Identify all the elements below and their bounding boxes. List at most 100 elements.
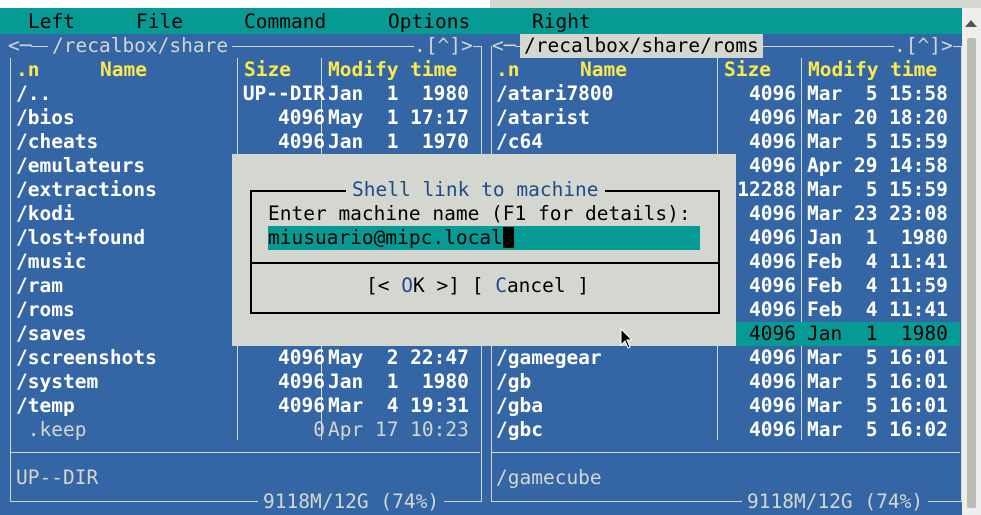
menu-file[interactable]: File [136,10,183,34]
file-name: /music [16,250,87,273]
file-row[interactable]: /screenshots 4096 May 2 22:47 [10,346,480,370]
machine-name-value: miusuario@mipc.local [268,226,503,249]
file-name: /ram [16,274,63,297]
file-name: /atari7800 [496,82,614,105]
file-row[interactable]: /atari7800 4096 Mar 5 15:58 [491,82,960,106]
right-panel-arrow[interactable]: <─ [492,34,516,58]
window-scrollbar[interactable] [962,8,981,515]
file-name: /lost+found [16,226,146,249]
file-size: 4096 [749,322,796,345]
file-date: Jan 1 1980 [807,226,948,249]
dialog-prompt: Enter machine name (F1 for details): [268,202,691,225]
file-name: /gamegear [496,346,602,369]
left-panel-arrow[interactable]: <─ [8,34,32,58]
ok-button-hotkey: O [401,274,413,297]
file-date: Jan 1 1980 [328,370,469,393]
file-size: 12288 [737,178,796,201]
right-panel-corner[interactable]: .[^]> [894,34,953,58]
right-free-space: 9118M/12G (74%) [742,490,929,514]
file-date: Apr 29 14:58 [807,154,948,177]
menu-right[interactable]: Right [532,10,591,34]
file-date: Mar 4 19:31 [328,394,469,417]
file-size: UP--DIR [242,82,325,105]
file-row[interactable]: /cheats 4096 Jan 1 1970 [10,130,480,154]
window-top-strip [0,0,981,8]
file-name: /gba [496,394,543,417]
file-date: Mar 20 18:20 [807,106,948,129]
file-date: Jan 1 1980 [807,322,948,345]
right-status-sep [491,452,960,453]
file-name: /emulateurs [16,154,146,177]
machine-name-input[interactable]: miusuario@mipc.local [268,226,700,250]
file-size: 4096 [749,370,796,393]
menu-bar: Left File Command Options Right [0,8,962,34]
file-date: Mar 23 23:08 [807,202,948,225]
file-date: Feb 4 11:41 [807,250,948,273]
file-row[interactable]: /temp 4096 Mar 4 19:31 [10,394,480,418]
file-size: 0 [313,418,325,441]
file-date: Feb 4 11:41 [807,298,948,321]
cancel-button[interactable]: [ Cancel ] [472,274,589,297]
menu-left[interactable]: Left [28,10,75,34]
file-date: May 2 22:47 [328,346,469,369]
file-size: 4096 [749,346,796,369]
file-row[interactable]: /gba 4096 Mar 5 16:01 [491,394,960,418]
file-row[interactable]: /bios 4096 May 1 17:17 [10,106,480,130]
file-size: 4096 [749,226,796,249]
file-row[interactable]: /atarist 4096 Mar 20 18:20 [491,106,960,130]
mouse-pointer-icon [620,328,634,349]
cancel-button-prefix: [ [471,274,496,297]
file-date: Mar 5 16:02 [807,418,948,441]
file-row[interactable]: /c64 4096 Mar 5 15:59 [491,130,960,154]
left-header-modify[interactable]: Modify time [328,58,457,82]
file-name: /extractions [16,178,157,201]
file-row[interactable]: /system 4096 Jan 1 1980 [10,370,480,394]
file-name: /roms [16,298,75,321]
right-panel-path[interactable]: /recalbox/share/roms [520,34,763,58]
ok-button[interactable]: [< OK >] [366,274,460,297]
file-name: /gb [496,370,532,393]
file-date: Mar 5 15:59 [807,178,948,201]
left-panel-corner[interactable]: .[^]> [414,34,473,58]
file-name: .keep [16,418,87,441]
left-status-text: UP--DIR [16,466,99,489]
scrollbar-thumb[interactable] [967,38,976,508]
cancel-button-rest: ancel ] [506,274,590,297]
cancel-button-hotkey: C [495,274,507,297]
left-panel-path[interactable]: /recalbox/share [48,34,233,58]
file-date: Mar 5 16:01 [807,394,948,417]
file-size: 4096 [278,106,325,129]
file-date: Mar 5 16:01 [807,370,948,393]
file-date: Mar 5 15:59 [807,130,948,153]
menu-options[interactable]: Options [388,10,470,34]
file-size: 4096 [749,298,796,321]
file-row[interactable]: .keep 0 Apr 17 10:23 [10,418,480,442]
file-row[interactable]: /gb 4096 Mar 5 16:01 [491,370,960,394]
file-size: 4096 [749,82,796,105]
left-header-n[interactable]: .n [16,58,39,82]
file-row[interactable]: /.. UP--DIR Jan 1 1980 [10,82,480,106]
right-header-name[interactable]: Name [580,58,627,82]
file-size: 4096 [749,394,796,417]
right-header-size[interactable]: Size [724,58,771,82]
file-size: 4096 [749,418,796,441]
file-size: 4096 [749,154,796,177]
text-cursor [502,227,514,248]
left-header-size[interactable]: Size [244,58,291,82]
menu-command[interactable]: Command [244,10,326,34]
file-date: Jan 1 1970 [328,130,469,153]
file-date: Jan 1 1980 [328,82,469,105]
file-size: 4096 [278,346,325,369]
file-size: 4096 [749,106,796,129]
ok-button-rest: K >] [412,274,460,297]
scroll-up-icon[interactable] [965,20,977,27]
file-row[interactable]: /gbc 4096 Mar 5 16:02 [491,418,960,442]
dialog-title: Shell link to machine [346,178,605,202]
left-header-name[interactable]: Name [100,58,147,82]
right-header-modify[interactable]: Modify time [808,58,937,82]
file-size: 4096 [278,394,325,417]
file-name: /.. [16,82,52,105]
file-name: /atarist [496,106,590,129]
file-row[interactable]: /gamegear 4096 Mar 5 16:01 [491,346,960,370]
right-header-n[interactable]: .n [496,58,519,82]
